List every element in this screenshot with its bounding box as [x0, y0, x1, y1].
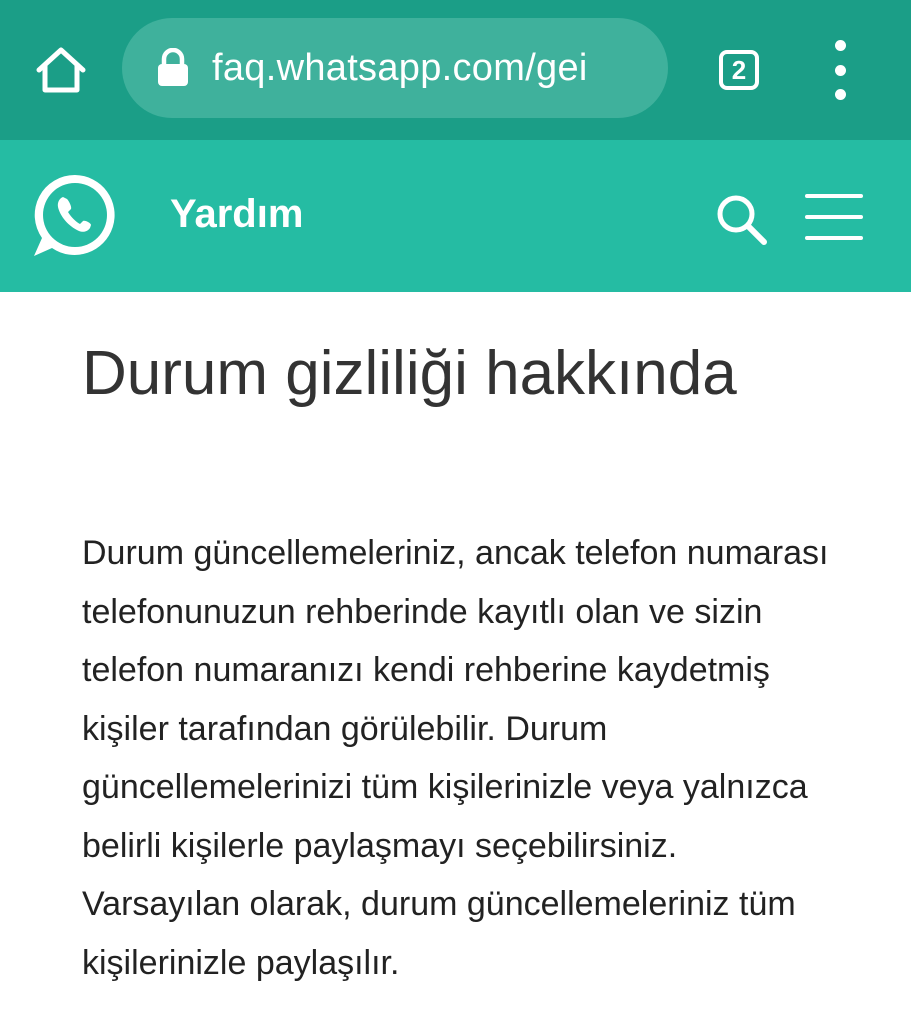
hamburger-menu-button[interactable]: [805, 194, 863, 240]
search-icon[interactable]: [712, 190, 770, 248]
browser-toolbar: faq.whatsapp.com/gei 2: [0, 0, 911, 140]
url-text: faq.whatsapp.com/gei: [212, 46, 588, 89]
tab-count-badge: 2: [719, 50, 759, 90]
overflow-menu-icon: [834, 40, 846, 51]
article-title: Durum gizliliği hakkında: [82, 339, 737, 408]
whatsapp-logo[interactable]: [30, 170, 120, 260]
overflow-menu-dot: [834, 64, 846, 76]
article-body: Durum güncellemeleriniz, ancak telefon n…: [82, 534, 829, 982]
hamburger-menu-line: [805, 215, 863, 219]
site-title[interactable]: Yardım: [170, 192, 303, 237]
hamburger-menu-line: [805, 236, 863, 240]
tabs-button[interactable]: 2: [713, 44, 765, 96]
home-icon: [36, 47, 86, 93]
hamburger-menu-icon: [805, 194, 863, 198]
site-header: Yardım: [0, 140, 911, 292]
address-bar[interactable]: faq.whatsapp.com/gei: [122, 18, 668, 118]
article: Durum gizliliği hakkında Durum güncellem…: [82, 292, 872, 992]
overflow-menu-button[interactable]: [820, 40, 860, 100]
page: faq.whatsapp.com/gei 2 Yardım Durum gizl…: [0, 0, 911, 1024]
home-button[interactable]: [30, 40, 92, 100]
overflow-menu-dot: [834, 89, 846, 100]
lock-icon: [158, 48, 188, 86]
